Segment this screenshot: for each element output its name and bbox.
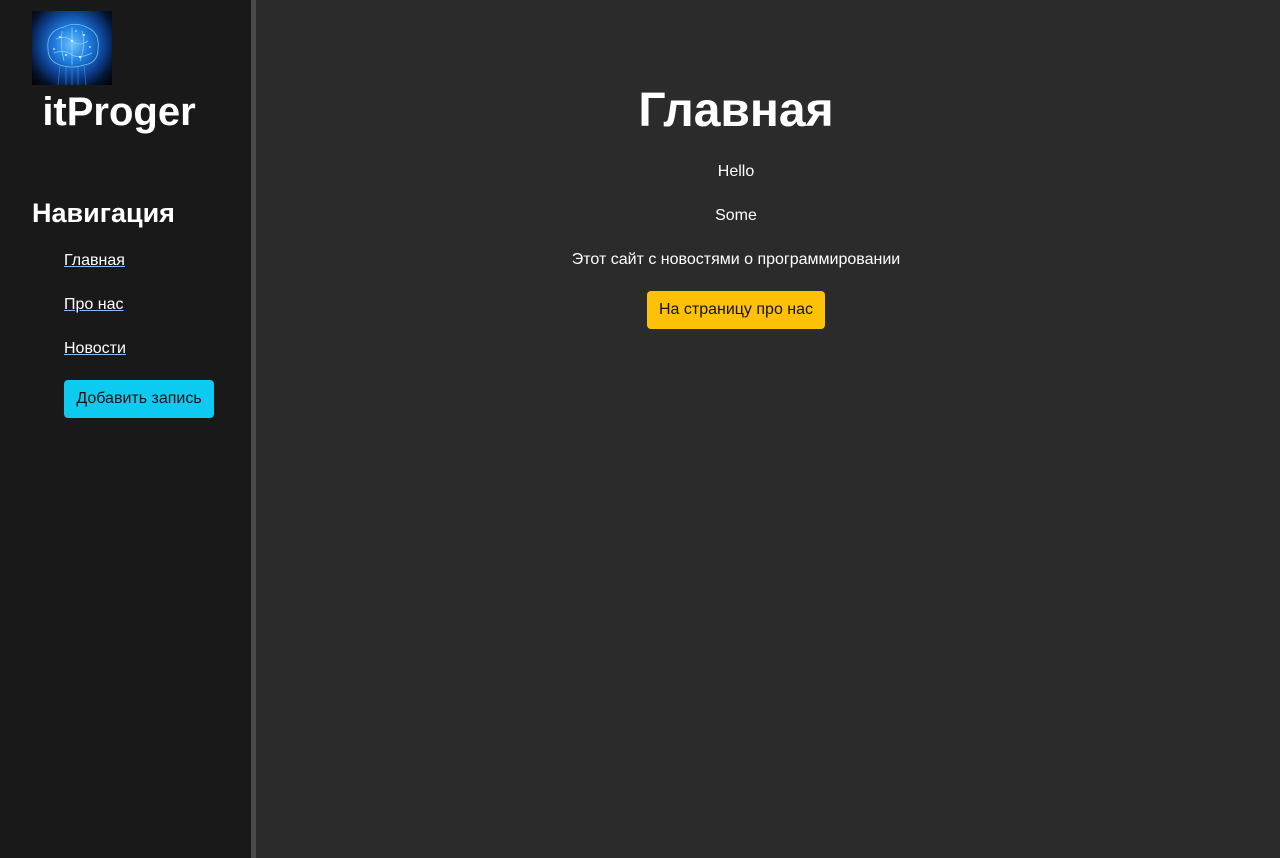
nav-link-news[interactable]: Новости [64, 339, 126, 359]
paragraph-description: Этот сайт с новостями о программировании [571, 251, 901, 268]
paragraph-some: Some [715, 207, 757, 224]
nav-link-about[interactable]: Про нас [64, 295, 123, 315]
paragraph-hello: Hello [717, 163, 755, 180]
add-post-button[interactable]: Добавить запись [64, 380, 214, 418]
about-page-button[interactable]: На страницу про нас [647, 291, 825, 329]
nav-link-home[interactable]: Главная [64, 251, 125, 271]
brand-name: itProger [42, 90, 196, 134]
nav-heading: Навигация [32, 198, 175, 228]
brain-icon [32, 11, 112, 85]
sidebar: itProger Навигация Главная Про нас Новос… [0, 0, 251, 858]
page-title: Главная [638, 84, 834, 137]
main-content: Главная Hello Some Этот сайт с новостями… [256, 0, 1280, 858]
